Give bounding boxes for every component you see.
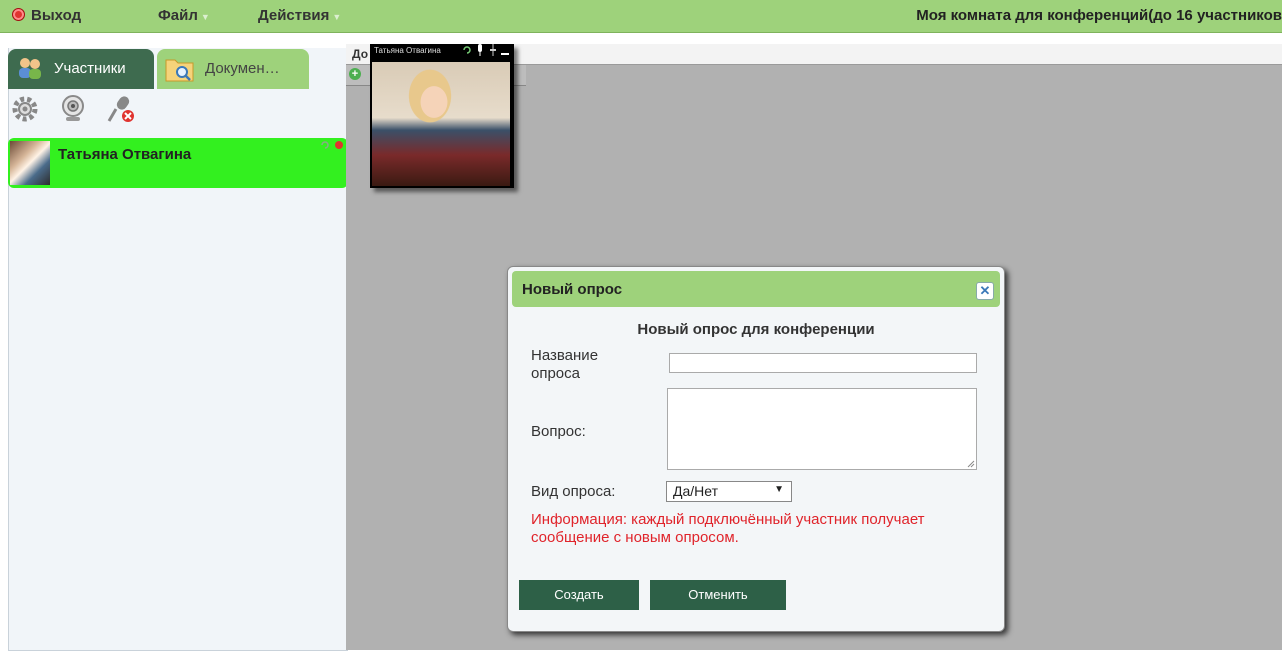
poll-type-label: Вид опроса: <box>531 483 616 500</box>
question-label: Вопрос: <box>531 423 586 440</box>
main-tab[interactable]: До <box>352 47 368 61</box>
video-feed <box>372 62 510 186</box>
participants-icon <box>19 58 41 79</box>
top-menu-bar: Выход Файл ▼ Действия ▼ Моя комната для ко… <box>0 0 1282 33</box>
new-poll-dialog: Новый опрос ✕ Новый опрос для конференци… <box>507 266 1005 632</box>
exit-icon <box>12 8 25 21</box>
webcam-icon[interactable] <box>58 94 88 124</box>
refresh-icon[interactable] <box>462 44 472 56</box>
actions-menu[interactable]: Действия ▼ <box>258 7 341 24</box>
participant-status-icons <box>320 140 344 156</box>
exit-label: Выход <box>31 7 82 24</box>
tab-participants[interactable]: Участники <box>8 49 154 89</box>
cancel-button[interactable]: Отменить <box>650 580 786 610</box>
tab-documents[interactable]: Докумен… <box>157 49 309 89</box>
participant-name: Татьяна Отвагина <box>58 146 192 163</box>
add-icon[interactable]: + <box>349 68 361 80</box>
info-message: Информация: каждый подключённый участник… <box>531 511 925 546</box>
gear-icon[interactable] <box>10 94 40 124</box>
poll-type-select[interactable]: Да/Нет ▼ <box>666 481 792 502</box>
record-status-icon <box>335 141 343 149</box>
dialog-heading: Новый опрос для конференции <box>637 321 875 338</box>
room-title: Моя комната для конференций(до 16 участн… <box>916 7 1282 24</box>
actions-label: Действия <box>258 7 330 24</box>
microphone-icon[interactable] <box>475 44 485 56</box>
chevron-down-icon: ▼ <box>200 12 210 22</box>
create-button[interactable]: Создать <box>519 580 639 610</box>
volume-slider-icon[interactable] <box>489 44 497 56</box>
question-textarea[interactable] <box>667 388 977 470</box>
chevron-down-icon: ▼ <box>774 484 784 495</box>
tab-documents-label: Докумен… <box>205 60 280 77</box>
documents-folder-icon <box>165 59 194 82</box>
dialog-header: Новый опрос ✕ <box>512 271 1000 307</box>
video-window[interactable]: Татьяна Отвагина <box>370 44 514 188</box>
poll-type-value: Да/Нет <box>673 483 719 499</box>
video-title: Татьяна Отвагина <box>374 46 441 55</box>
dialog-title: Новый опрос <box>522 281 623 298</box>
close-icon[interactable]: ✕ <box>976 282 994 300</box>
refresh-icon[interactable] <box>320 140 330 150</box>
minimize-icon[interactable] <box>500 44 510 56</box>
chevron-down-icon: ▼ <box>332 12 342 22</box>
file-menu[interactable]: Файл ▼ <box>158 7 210 24</box>
poll-name-input[interactable] <box>669 353 977 373</box>
resize-handle-icon[interactable] <box>967 460 975 468</box>
tab-participants-label: Участники <box>54 60 126 77</box>
poll-name-label: Название опроса <box>531 347 599 382</box>
microphone-muted-icon[interactable] <box>106 94 136 124</box>
file-label: Файл <box>158 7 198 24</box>
exit-menu[interactable]: Выход <box>12 7 81 24</box>
video-controls <box>462 44 510 59</box>
avatar <box>10 141 50 185</box>
participant-row[interactable]: Татьяна Отвагина <box>8 138 348 188</box>
